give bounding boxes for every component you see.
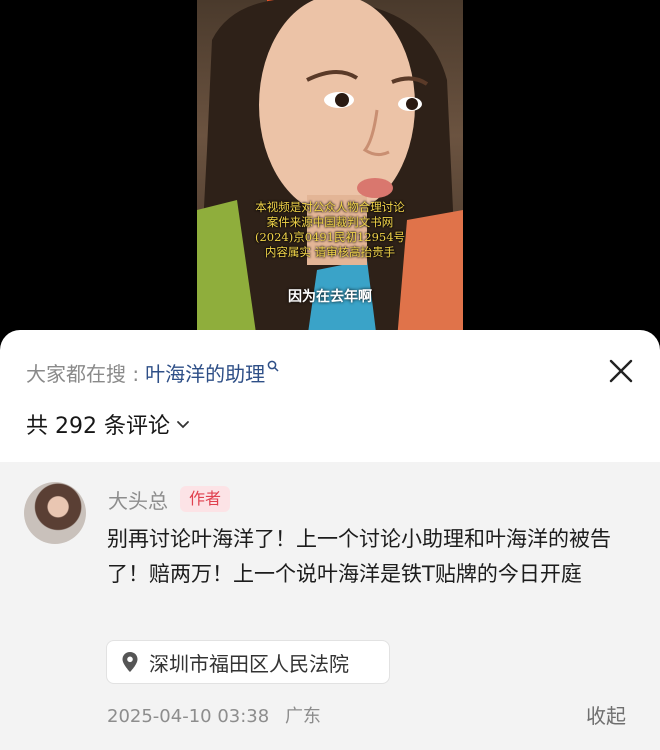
caption-line: 本视频是对公众人物合理讨论 bbox=[255, 200, 405, 214]
video-player[interactable]: 本视频是对公众人物合理讨论 案件来源中国裁判文书网 (2024)京0491民初1… bbox=[0, 0, 660, 340]
search-icon bbox=[267, 360, 279, 372]
close-icon[interactable] bbox=[606, 356, 636, 386]
comments-sheet: 大家都在搜 : 叶海洋的助理 共 292 条评论 大头总 作者 别再讨论叶海洋了… bbox=[0, 330, 660, 750]
comment-region: 广东 bbox=[284, 706, 321, 727]
collapse-button[interactable]: 收起 bbox=[586, 700, 626, 729]
video-overlay-caption: 本视频是对公众人物合理讨论 案件来源中国裁判文书网 (2024)京0491民初1… bbox=[197, 200, 463, 260]
video-frame: 本视频是对公众人物合理讨论 案件来源中国裁判文书网 (2024)京0491民初1… bbox=[197, 0, 463, 340]
comment-count: 共 292 条评论 bbox=[26, 414, 170, 439]
caption-line: (2024)京0491民初12954号 bbox=[254, 230, 406, 244]
author-badge: 作者 bbox=[180, 486, 231, 512]
comment-timestamp: 2025-04-10 03:38 bbox=[107, 706, 270, 727]
trending-search-term[interactable]: 叶海洋的助理 bbox=[145, 358, 265, 387]
chevron-down-icon bbox=[177, 421, 189, 429]
comment-text[interactable]: 别再讨论叶海洋了！上一个讨论小助理和叶海洋的被告了！赔两万！上一个说叶海洋是铁T… bbox=[107, 522, 637, 592]
caption-line: 案件来源中国裁判文书网 bbox=[266, 215, 394, 229]
location-pin-icon bbox=[122, 652, 138, 672]
location-chip[interactable]: 深圳市福田区人民法院 bbox=[106, 640, 390, 684]
comment-author-row: 大头总 作者 bbox=[108, 484, 231, 514]
comment-author-name[interactable]: 大头总 bbox=[108, 485, 168, 514]
avatar[interactable] bbox=[24, 482, 86, 544]
location-text: 深圳市福田区人民法院 bbox=[149, 651, 349, 676]
caption-line: 内容属实 请审核高抬贵手 bbox=[264, 245, 396, 259]
trending-search-row[interactable]: 大家都在搜 : 叶海洋的助理 bbox=[26, 358, 279, 386]
video-subtitle: 因为在去年啊 bbox=[288, 289, 372, 305]
comment-count-sort[interactable]: 共 292 条评论 bbox=[26, 408, 190, 440]
comment-meta: 2025-04-10 03:38 广东 bbox=[107, 702, 321, 728]
trending-search-prefix: 大家都在搜 : bbox=[26, 361, 140, 386]
comment-item: 大头总 作者 别再讨论叶海洋了！上一个讨论小助理和叶海洋的被告了！赔两万！上一个… bbox=[0, 462, 660, 750]
